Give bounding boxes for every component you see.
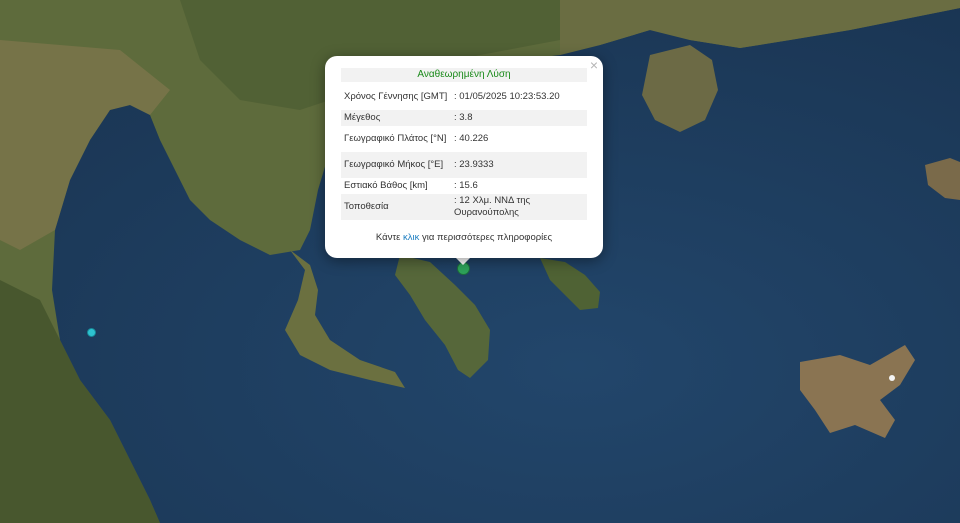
more-info-link[interactable]: κλικ <box>403 232 419 243</box>
location-label: Τοποθεσία <box>341 194 451 220</box>
table-row: Μέγεθος : 3.8 <box>341 110 587 126</box>
magnitude-label: Μέγεθος <box>341 110 451 126</box>
location-value: : 12 Χλμ. ΝΝΔ της Ουρανούπολης <box>451 194 587 220</box>
table-row: Χρόνος Γέννησης [GMT] : 01/05/2025 10:23… <box>341 84 587 110</box>
earthquake-info-table: Χρόνος Γέννησης [GMT] : 01/05/2025 10:23… <box>341 84 587 220</box>
origin-time-label: Χρόνος Γέννησης [GMT] <box>344 91 448 102</box>
more-info-line: Κάντε κλικ για περισσότερες πληροφορίες <box>325 232 603 243</box>
latitude-value: : 40.226 <box>454 133 489 144</box>
earthquake-popup: × Αναθεωρημένη Λύση Χρόνος Γέννησης [GMT… <box>325 56 603 258</box>
earthquake-marker[interactable] <box>889 375 895 381</box>
table-row: Γεωγραφικό Μήκος [°E] : 23.9333 <box>341 152 587 178</box>
origin-time-value: : 01/05/2025 10:23:53.20 <box>454 91 560 102</box>
popup-title: Αναθεωρημένη Λύση <box>341 68 587 82</box>
depth-value: : 15.6 <box>454 180 478 191</box>
latitude-label: Γεωγραφικό Πλάτος [°N] <box>344 133 447 144</box>
table-row: Εστιακό Βάθος [km] : 15.6 <box>341 178 587 194</box>
depth-label: Εστιακό Βάθος [km] <box>344 180 428 191</box>
table-row: Τοποθεσία : 12 Χλμ. ΝΝΔ της Ουρανούπολης <box>341 194 587 220</box>
more-info-suffix: για περισσότερες πληροφορίες <box>422 232 553 243</box>
longitude-value: : 23.9333 <box>451 152 587 178</box>
magnitude-value: : 3.8 <box>451 110 587 126</box>
longitude-label: Γεωγραφικό Μήκος [°E] <box>341 152 451 178</box>
more-info-prefix: Κάντε <box>375 232 401 243</box>
table-row: Γεωγραφικό Πλάτος [°N] : 40.226 <box>341 126 587 152</box>
close-icon[interactable]: × <box>590 58 598 72</box>
earthquake-marker[interactable] <box>87 328 96 337</box>
